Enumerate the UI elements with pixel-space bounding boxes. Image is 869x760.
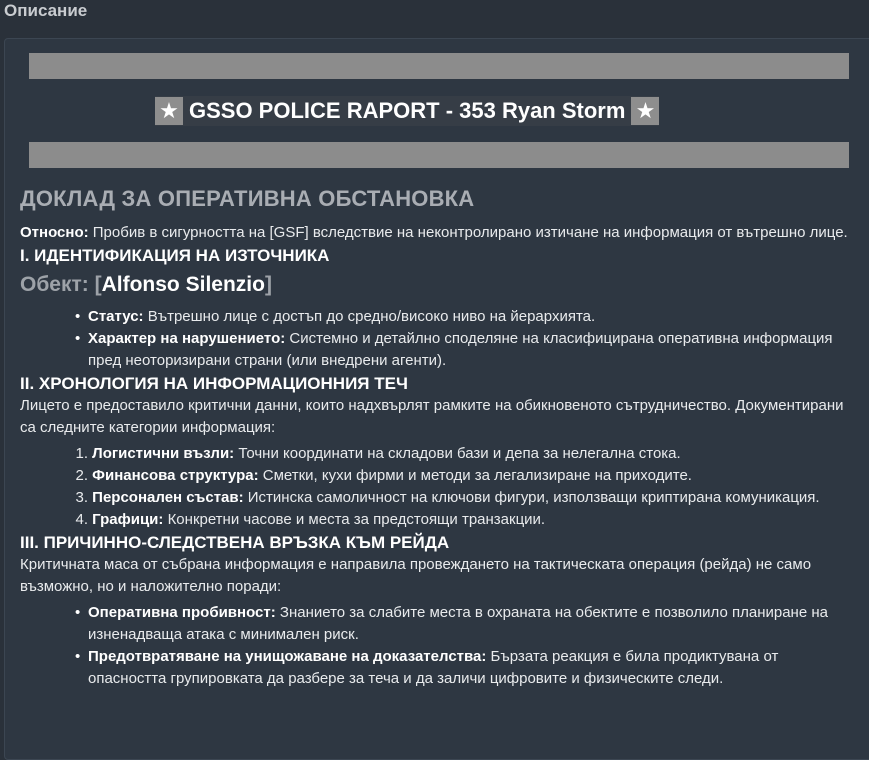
item-number: 3. xyxy=(75,489,88,506)
section-2-heading: II. ХРОНОЛОГИЯ НА ИНФОРМАЦИОННИЯ ТЕЧ xyxy=(20,374,408,393)
list-item: Оперативна пробивност: Знанието за слаби… xyxy=(68,602,860,646)
star-icon: ★ xyxy=(155,97,183,125)
section-2-intro: Лицето е предоставило критични данни, ко… xyxy=(20,397,844,436)
item-number: 2. xyxy=(75,467,88,484)
item-number: 4. xyxy=(75,511,88,528)
banner-title: GSSO POLICE RAPORT - 353 Ryan Storm xyxy=(189,98,626,123)
item-label: Персонален състав: xyxy=(92,489,244,506)
section-2-list: 1. Логистични възли: Точни координати на… xyxy=(20,443,860,531)
regarding-text: Пробив в сигурността на [GSF] вследствие… xyxy=(88,224,848,241)
list-item: Характер на нарушението: Системно и дета… xyxy=(68,328,860,372)
banner-bottom-bar xyxy=(29,142,849,168)
section-1-heading: I. ИДЕНТИФИКАЦИЯ НА ИЗТОЧНИКА xyxy=(20,246,330,265)
item-text: Конкретни часове и места за предстоящи т… xyxy=(163,511,546,528)
list-item: 1. Логистични възли: Точни координати на… xyxy=(68,443,860,465)
star-icon: ★ xyxy=(631,97,660,125)
item-label: Статус: xyxy=(88,308,144,325)
regarding-line: Относно: Пробив в сигурността на [GSF] в… xyxy=(20,222,860,244)
description-heading: Описание xyxy=(4,1,88,20)
list-item: Статус: Вътрешно лице с достъп до средно… xyxy=(68,306,860,328)
report-content: ДОКЛАД ЗА ОПЕРАТИВНА ОБСТАНОВКА Относно:… xyxy=(20,182,860,690)
item-label: Предотвратяване на унищожаване на доказа… xyxy=(88,648,487,665)
list-item: 3. Персонален състав: Истинска самолично… xyxy=(68,487,860,509)
item-text: Сметки, кухи фирми и методи за легализир… xyxy=(258,467,692,484)
section-3-list: Оперативна пробивност: Знанието за слаби… xyxy=(20,602,860,690)
section-1-list: Статус: Вътрешно лице с достъп до средно… xyxy=(20,306,860,372)
section-3-intro: Критичната маса от събрана информация е … xyxy=(20,556,812,595)
regarding-label: Относно: xyxy=(20,224,89,241)
item-text: Точни координати на складови бази и депа… xyxy=(234,445,681,462)
report-title: ДОКЛАД ЗА ОПЕРАТИВНА ОБСТАНОВКА xyxy=(20,186,475,211)
item-label: Графици: xyxy=(92,511,164,528)
list-item: 4. Графици: Конкретни часове и места за … xyxy=(68,509,860,531)
banner-top-bar xyxy=(29,53,849,79)
item-label: Характер на нарушението: xyxy=(88,330,286,347)
item-label: Оперативна пробивност: xyxy=(88,604,276,621)
report-banner: ★ GSSO POLICE RAPORT - 353 Ryan Storm ★ xyxy=(155,96,660,126)
subject-label: Обект: [ xyxy=(20,273,102,296)
subject-name: Alfonso Silenzio xyxy=(101,273,265,296)
item-number: 1. xyxy=(75,445,88,462)
subject-line: Обект: [Alfonso Silenzio] xyxy=(20,270,860,300)
section-3-heading: III. ПРИЧИННО-СЛЕДСТВЕНА ВРЪЗКА КЪМ РЕЙД… xyxy=(20,533,450,552)
item-label: Логистични възли: xyxy=(92,445,235,462)
list-item: Предотвратяване на унищожаване на доказа… xyxy=(68,646,860,690)
list-item: 2. Финансова структура: Сметки, кухи фир… xyxy=(68,465,860,487)
item-label: Финансова структура: xyxy=(92,467,259,484)
item-text: Истинска самоличност на ключови фигури, … xyxy=(243,489,820,506)
item-text: Вътрешно лице с достъп до средно/високо … xyxy=(143,308,596,325)
subject-close: ] xyxy=(264,273,272,296)
